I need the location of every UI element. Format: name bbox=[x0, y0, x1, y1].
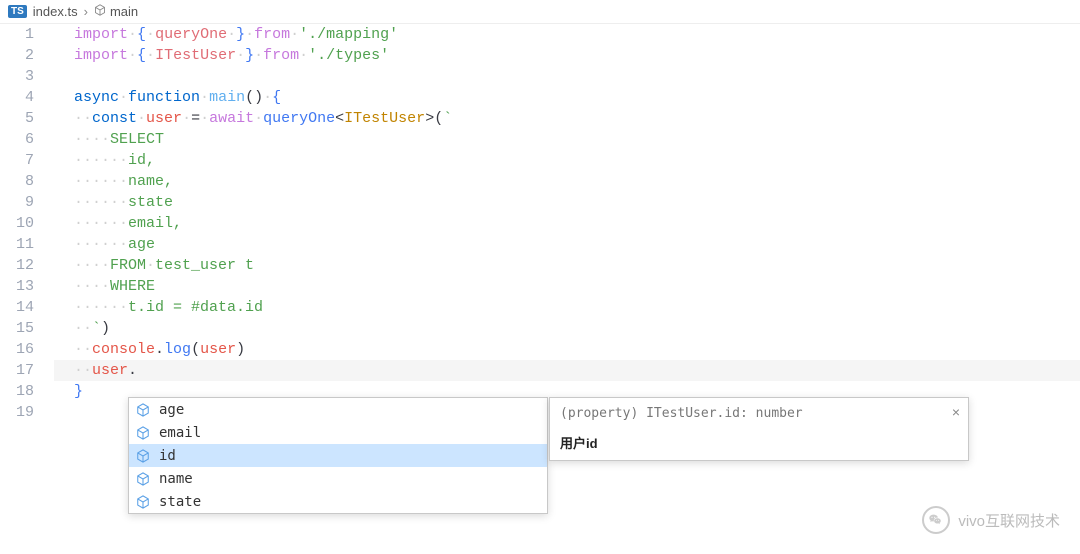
field-icon bbox=[135, 471, 151, 487]
autocomplete-item[interactable]: age bbox=[129, 398, 547, 421]
line-number: 7 bbox=[0, 150, 34, 171]
line-number: 5 bbox=[0, 108, 34, 129]
autocomplete-popup[interactable]: age email id name state bbox=[128, 397, 548, 514]
code-area[interactable]: import·{·queryOne·}·from·'./mapping' imp… bbox=[54, 24, 1080, 423]
line-number: 15 bbox=[0, 318, 34, 339]
line-number: 8 bbox=[0, 171, 34, 192]
breadcrumb-symbol[interactable]: main bbox=[110, 4, 138, 19]
line-number: 11 bbox=[0, 234, 34, 255]
autocomplete-label: state bbox=[159, 494, 201, 510]
autocomplete-item[interactable]: name bbox=[129, 467, 547, 490]
close-icon[interactable]: × bbox=[952, 404, 960, 420]
line-number: 3 bbox=[0, 66, 34, 87]
line-number: 17 bbox=[0, 360, 34, 381]
chevron-right-icon: › bbox=[84, 4, 88, 19]
breadcrumb: TS index.ts › main bbox=[0, 0, 1080, 24]
line-number: 4 bbox=[0, 87, 34, 108]
ts-badge: TS bbox=[8, 5, 27, 18]
watermark: vivo互联网技术 bbox=[922, 506, 1060, 534]
autocomplete-item[interactable]: state bbox=[129, 490, 547, 513]
watermark-text: vivo互联网技术 bbox=[958, 510, 1060, 531]
field-icon bbox=[135, 425, 151, 441]
field-icon bbox=[135, 494, 151, 510]
line-number: 19 bbox=[0, 402, 34, 423]
breadcrumb-file[interactable]: index.ts bbox=[33, 4, 78, 19]
field-icon bbox=[135, 448, 151, 464]
autocomplete-item-selected[interactable]: id bbox=[129, 444, 547, 467]
autocomplete-label: email bbox=[159, 425, 201, 441]
autocomplete-label: age bbox=[159, 402, 184, 418]
autocomplete-item[interactable]: email bbox=[129, 421, 547, 444]
line-number: 10 bbox=[0, 213, 34, 234]
cube-icon bbox=[94, 4, 106, 19]
line-number: 9 bbox=[0, 192, 34, 213]
wechat-icon bbox=[922, 506, 950, 534]
line-number: 1 bbox=[0, 24, 34, 45]
doc-popup: × (property) ITestUser.id: number 用户id bbox=[549, 397, 969, 461]
line-number: 6 bbox=[0, 129, 34, 150]
autocomplete-label: name bbox=[159, 471, 193, 487]
line-number: 12 bbox=[0, 255, 34, 276]
line-number: 2 bbox=[0, 45, 34, 66]
line-number: 18 bbox=[0, 381, 34, 402]
doc-description: 用户id bbox=[560, 433, 958, 452]
field-icon bbox=[135, 402, 151, 418]
line-number: 16 bbox=[0, 339, 34, 360]
line-number: 13 bbox=[0, 276, 34, 297]
line-number: 14 bbox=[0, 297, 34, 318]
line-gutter: 1 2 3 4 5 6 7 8 9 10 11 12 13 14 15 16 1… bbox=[0, 24, 54, 423]
autocomplete-label: id bbox=[159, 448, 176, 464]
doc-signature: (property) ITestUser.id: number bbox=[560, 406, 958, 421]
code-editor[interactable]: 1 2 3 4 5 6 7 8 9 10 11 12 13 14 15 16 1… bbox=[0, 24, 1080, 423]
